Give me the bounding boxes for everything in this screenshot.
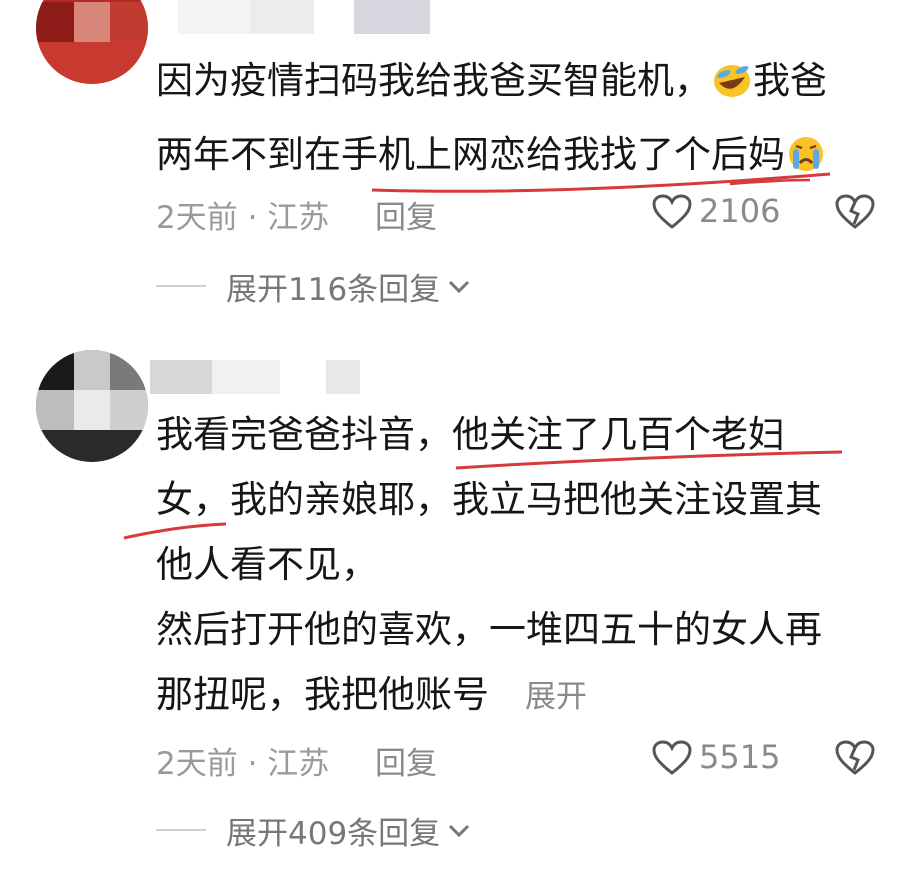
comment-meta: 2天前 · 江苏 — [156, 200, 330, 236]
avatar[interactable] — [36, 0, 148, 84]
username-blurred[interactable] — [150, 360, 360, 394]
like-count: 2106 — [699, 192, 781, 230]
heart-icon — [652, 194, 692, 229]
chevron-down-icon — [449, 280, 470, 294]
divider — [156, 829, 206, 831]
avatar[interactable] — [36, 350, 148, 462]
username-blurred[interactable] — [178, 0, 430, 34]
dislike-broken-heart-icon[interactable] — [835, 194, 875, 230]
heart-icon — [652, 740, 692, 775]
dislike-broken-heart-icon[interactable] — [835, 740, 875, 776]
red-underline-annotation — [455, 450, 843, 470]
like-button[interactable]: 2106 — [652, 192, 782, 232]
expand-replies-button[interactable]: 展开409条回复 — [156, 810, 472, 852]
laughing-crying-emoji-icon — [711, 53, 753, 121]
chevron-down-icon — [449, 824, 470, 838]
divider — [156, 285, 206, 287]
reply-button[interactable]: 回复 — [375, 738, 437, 783]
expand-text-button[interactable]: 展开 — [525, 679, 587, 715]
expand-replies-button[interactable]: 展开116条回复 — [156, 266, 472, 308]
like-count: 5515 — [699, 738, 781, 776]
like-button[interactable]: 5515 — [652, 738, 782, 778]
reply-button[interactable]: 回复 — [375, 192, 437, 237]
red-underline-annotation — [123, 522, 227, 540]
comment-meta: 2天前 · 江苏 — [156, 746, 330, 782]
expand-replies-label: 展开409条回复 — [226, 815, 441, 852]
expand-replies-label: 展开116条回复 — [226, 271, 441, 308]
